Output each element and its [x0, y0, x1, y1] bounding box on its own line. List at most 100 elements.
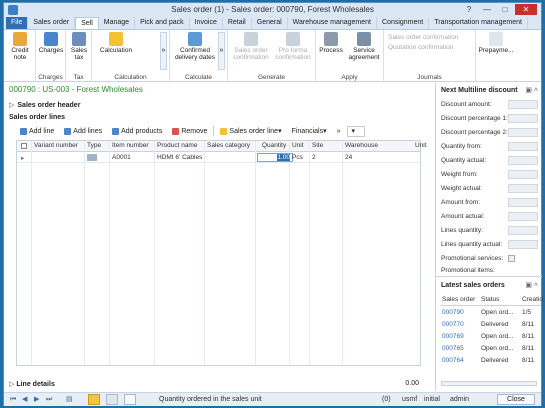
- add-products-button[interactable]: Add products: [108, 126, 166, 137]
- factbox-controls-2[interactable]: ▣ ˄: [525, 281, 538, 289]
- order-row[interactable]: 000770 Delivered 8/11: [441, 321, 541, 332]
- latest-sales-orders-title: Latest sales orders: [441, 282, 505, 289]
- quantity-input[interactable]: 1.00: [257, 153, 293, 162]
- toolbar-dropdown[interactable]: ▾: [346, 125, 365, 137]
- col-variant-number[interactable]: Variant number: [34, 142, 78, 149]
- group-calculation: Calculation » Calculation: [92, 30, 170, 82]
- credit-note-button[interactable]: Credit note: [6, 32, 34, 61]
- unit-cell[interactable]: Pcs: [292, 154, 303, 161]
- amount-actual-field: [508, 212, 538, 221]
- field-label: Discount percentage 2:: [441, 129, 508, 136]
- warehouse-cell[interactable]: 24: [345, 154, 352, 161]
- site-cell[interactable]: 2: [312, 154, 316, 161]
- order-row[interactable]: 000764 Delivered 8/11: [441, 357, 541, 368]
- col-sales-category[interactable]: Sales category: [207, 142, 250, 149]
- maximize-button[interactable]: □: [497, 4, 513, 15]
- edit-mode-icon[interactable]: [88, 394, 100, 405]
- prepayment-button[interactable]: Prepayme...: [478, 32, 514, 54]
- sales-order-line-menu[interactable]: Sales order line ▾: [216, 126, 285, 137]
- first-record-icon[interactable]: ⏮: [10, 396, 17, 403]
- tab-manage[interactable]: Manage: [99, 17, 136, 29]
- tab-pick-and-pack[interactable]: Pick and pack: [135, 17, 190, 29]
- tab-transportation-management[interactable]: Transportation management: [429, 17, 528, 29]
- field-label: Lines quantity actual:: [441, 241, 503, 248]
- order-row[interactable]: 000790 Open ord... 1/5: [441, 309, 541, 320]
- field-label: Promotional items:: [441, 267, 495, 274]
- discount-percentage-1-field: [508, 114, 538, 123]
- sales-order-confirmation-button[interactable]: Sales order confirmation: [230, 32, 272, 61]
- charges-button[interactable]: Charges: [38, 32, 64, 54]
- calculation-icon: [109, 32, 123, 46]
- close-window-button[interactable]: ✕: [515, 4, 537, 15]
- quotation-confirmation-link[interactable]: Quotation confirmation: [388, 44, 453, 51]
- select-all-checkbox[interactable]: [21, 143, 27, 149]
- toolbar-overflow-button[interactable]: »: [333, 126, 345, 137]
- record-header-link[interactable]: 000790 : US-003 - Forest Wholesales: [9, 85, 143, 94]
- lines-quantity-actual-field: [508, 240, 538, 249]
- tab-file[interactable]: File: [6, 17, 29, 29]
- attachments-icon[interactable]: [124, 394, 136, 405]
- remove-button[interactable]: Remove: [168, 126, 211, 137]
- tab-retail[interactable]: Retail: [223, 17, 252, 29]
- sales-tax-button[interactable]: Sales tax: [68, 32, 90, 61]
- table-row[interactable]: ▸ A0001 HDMI 6' Cables 1.00 Pcs 2 24: [17, 152, 420, 163]
- tab-sell[interactable]: Sell: [75, 17, 99, 29]
- line-details-section[interactable]: ▷ Line details 0.00: [9, 380, 419, 390]
- sales-lines-grid: Variant number Type Item number Product …: [16, 140, 427, 366]
- view-mode-icon[interactable]: [106, 394, 118, 405]
- col-type[interactable]: Type: [87, 142, 101, 149]
- sales-order-confirmation-journal-link[interactable]: Sales order confirmation: [388, 34, 458, 41]
- process-button[interactable]: Process: [318, 32, 344, 54]
- previous-record-icon[interactable]: ◀: [22, 396, 29, 403]
- order-row[interactable]: 000769 Open ord... 8/11: [441, 333, 541, 344]
- horizontal-scrollbar[interactable]: [441, 381, 537, 386]
- tab-invoice[interactable]: Invoice: [190, 17, 223, 29]
- application-window: Sales order (1) - Sales order: 000790, F…: [3, 2, 543, 406]
- sales-order-header-section[interactable]: ▷ Sales order header: [9, 101, 80, 109]
- filter-icon[interactable]: ▤: [66, 396, 73, 403]
- tab-warehouse-management[interactable]: Warehouse management: [288, 17, 377, 29]
- col-warehouse[interactable]: Warehouse: [345, 142, 378, 149]
- partition-indicator[interactable]: initial: [424, 396, 440, 403]
- tab-sales-order[interactable]: Sales order: [28, 17, 76, 29]
- row-expand-arrow-icon[interactable]: ▸: [21, 154, 24, 162]
- document-icon: [244, 32, 258, 46]
- calculation-button[interactable]: Calculation: [96, 32, 136, 54]
- prepayment-icon: [489, 32, 503, 46]
- item-number-cell[interactable]: A0001: [112, 154, 131, 161]
- product-name-cell[interactable]: HDMI 6' Cables: [157, 154, 202, 161]
- ribbon-scroll-arrow-2[interactable]: »: [218, 32, 225, 70]
- main-content: 000790 : US-003 - Forest Wholesales ▷ Sal…: [4, 83, 434, 393]
- last-record-icon[interactable]: ⏭: [46, 396, 53, 403]
- ribbon-scroll-arrow[interactable]: »: [160, 32, 167, 70]
- tab-consignment[interactable]: Consignment: [377, 17, 430, 29]
- col-product-name[interactable]: Product name: [157, 142, 197, 149]
- factbox-pane: Next Multiline discount ▣ ˄ Discount amo…: [435, 83, 543, 391]
- proforma-confirmation-button[interactable]: Pro forma confirmation: [272, 32, 314, 61]
- close-button[interactable]: Close: [497, 394, 535, 405]
- financials-menu[interactable]: Financials ▾: [288, 126, 331, 137]
- notification-count[interactable]: (0): [382, 396, 391, 403]
- add-lines-button[interactable]: Add lines: [60, 126, 106, 137]
- col-site[interactable]: Site: [312, 142, 323, 149]
- add-line-button[interactable]: Add line: [16, 126, 58, 137]
- amount-from-field: [508, 198, 538, 207]
- col-item-number[interactable]: Item number: [112, 142, 149, 149]
- ribbon: Credit note Charges Charges Sales tax Ta…: [4, 30, 541, 82]
- user-indicator[interactable]: admin: [450, 396, 469, 403]
- sales-order-lines-section[interactable]: Sales order lines: [9, 114, 65, 121]
- company-indicator[interactable]: usmf: [402, 396, 417, 403]
- factbox-controls[interactable]: ▣ ˄: [525, 86, 538, 94]
- col-quantity[interactable]: Quantity: [262, 142, 286, 149]
- tab-general[interactable]: General: [252, 17, 288, 29]
- weight-actual-field: [508, 184, 538, 193]
- next-record-icon[interactable]: ▶: [34, 396, 41, 403]
- service-agreement-button[interactable]: Service agreement: [346, 32, 382, 61]
- confirmed-delivery-dates-button[interactable]: Confirmed delivery dates: [172, 32, 218, 61]
- field-label: Lines quantity:: [441, 227, 483, 234]
- minimize-button[interactable]: —: [479, 4, 495, 15]
- col-unit[interactable]: Unit: [292, 142, 304, 149]
- col-unit-price[interactable]: Unit: [415, 142, 427, 149]
- help-icon[interactable]: ?: [461, 4, 477, 15]
- order-row[interactable]: 000765 Open ord... 8/11: [441, 345, 541, 356]
